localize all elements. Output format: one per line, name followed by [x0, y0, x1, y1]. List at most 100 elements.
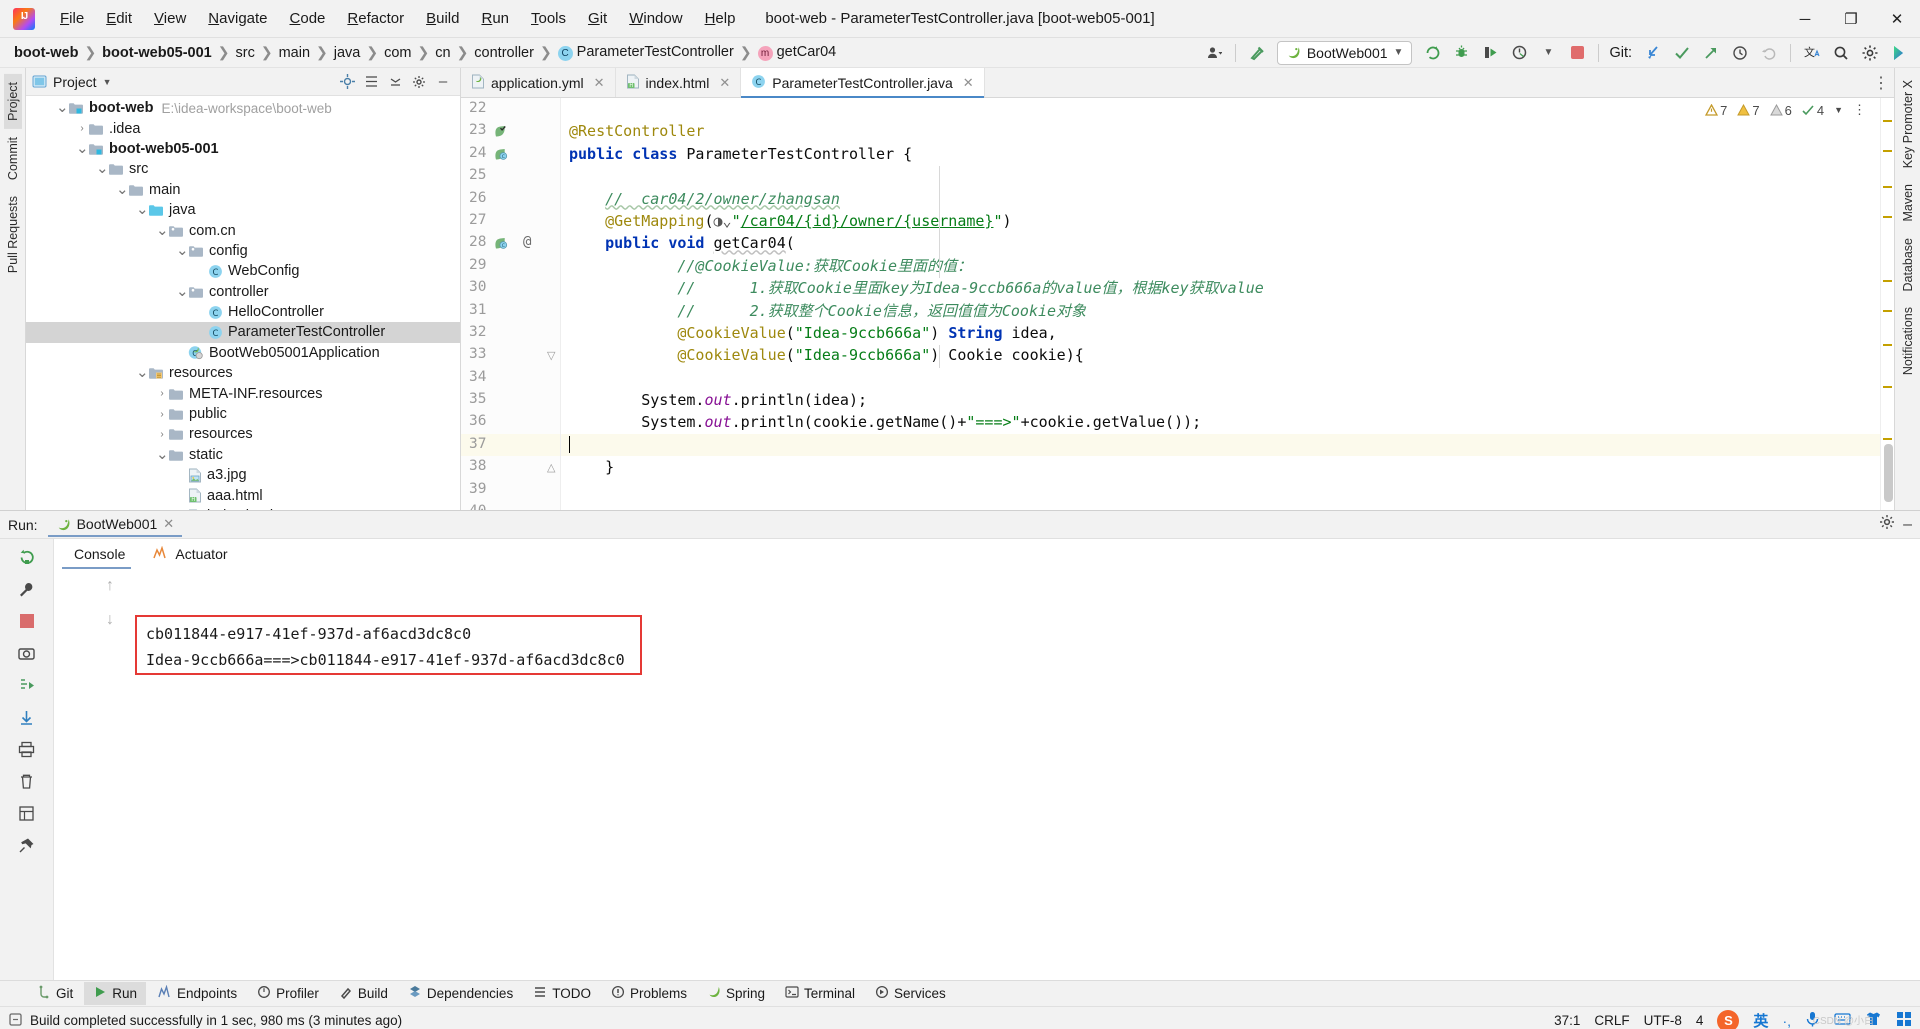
left-strip-tab-project[interactable]: Project — [3, 74, 22, 129]
bottom-tool-problems[interactable]: Problems — [602, 982, 696, 1005]
bottom-tool-git[interactable]: Git — [28, 982, 82, 1005]
left-strip-tab-pull-requests[interactable]: Pull Requests — [4, 188, 22, 281]
editor-tab-parametertestcontroller-java[interactable]: C ParameterTestController.java ✕ — [741, 68, 985, 98]
chevron-down-icon[interactable]: ⌄ — [96, 161, 109, 176]
gutter-line-28[interactable]: 28 C @ — [461, 232, 560, 254]
ime-punctuation-icon[interactable]: ·, — [1782, 1013, 1791, 1029]
tree-node-parametertestcontroller[interactable]: C ParameterTestController — [26, 322, 460, 343]
user-avatar-icon[interactable] — [1201, 41, 1227, 65]
code-editor[interactable]: 22 23 24 C 25 26 27 28 C @29 30 31 32 33 ▽ 34 35 36 37 38 △ 3… — [461, 98, 1894, 510]
breadcrumb-item-parametertestcontroller[interactable]: C ParameterTestController — [554, 43, 738, 62]
settings-gear-icon[interactable] — [1857, 41, 1883, 65]
gutter-line-30[interactable]: 30 — [461, 277, 560, 299]
breadcrumb-item-java[interactable]: java — [330, 44, 365, 62]
spring-bean-icon[interactable]: C — [493, 235, 509, 251]
bottom-tool-terminal[interactable]: Terminal — [776, 982, 864, 1005]
gutter-line-29[interactable]: 29 — [461, 255, 560, 277]
tree-node-resources[interactable]: › resources — [26, 424, 460, 444]
caret-position[interactable]: 37:1 — [1554, 1013, 1580, 1028]
run-settings-wrench-icon[interactable] — [15, 577, 39, 601]
tree-node-a3-jpg[interactable]: a3.jpg — [26, 465, 460, 485]
line-separator[interactable]: CRLF — [1594, 1013, 1629, 1028]
left-strip-tab-commit[interactable]: Commit — [4, 129, 22, 188]
tree-node-src[interactable]: ⌄ src — [26, 159, 460, 179]
tree-node-meta-inf-resources[interactable]: › META-INF.resources — [26, 383, 460, 403]
menu-git[interactable]: Git — [577, 6, 618, 31]
editor-gutter[interactable]: 22 23 24 C 25 26 27 28 C @29 30 31 32 33 ▽ 34 35 36 37 38 △ 3… — [461, 98, 561, 510]
console-tab-console[interactable]: Console — [54, 539, 139, 569]
ime-toolbox-icon[interactable] — [1896, 1011, 1912, 1029]
chevron-right-icon[interactable]: › — [156, 388, 168, 399]
console-output-area[interactable]: ↑ ↓ cb011844-e917-41ef-937d-af6acd3dc8c0… — [54, 569, 1920, 980]
breadcrumb[interactable]: boot-web ❯ boot-web05-001 ❯ src ❯ main ❯ java ❯ co… — [10, 43, 840, 62]
code-line-28[interactable]: public void getCar04( — [561, 232, 1880, 254]
tree-node-bootweb05001application[interactable]: C BootWeb05001Application — [26, 343, 460, 363]
chevron-down-icon[interactable]: ▼ — [103, 77, 112, 87]
code-text-area[interactable]: @RestController public class ParameterTes… — [561, 98, 1880, 510]
menu-bar[interactable]: File Edit View Navigate Code Refactor Build Run… — [49, 6, 746, 31]
rerun-icon[interactable] — [1419, 41, 1445, 65]
right-strip-tab-database[interactable]: Database — [1899, 230, 1917, 300]
gutter-line-32[interactable]: 32 — [461, 322, 560, 344]
tree-node-public[interactable]: › public — [26, 404, 460, 424]
inspection-widget[interactable]: 7 7 6 4 ▼ ⋮ — [1705, 102, 1866, 118]
code-line-40[interactable] — [561, 501, 1880, 510]
bottom-tool-profiler[interactable]: Profiler — [248, 982, 328, 1005]
code-line-39[interactable] — [561, 479, 1880, 501]
code-line-32[interactable]: @CookieValue("Idea-9ccb666a") String ide… — [561, 322, 1880, 344]
code-line-29[interactable]: //@CookieValue:获取Cookie里面的值： — [561, 255, 1880, 277]
gutter-line-38[interactable]: 38 △ — [461, 456, 560, 478]
tree-node-main[interactable]: ⌄ main — [26, 180, 460, 200]
code-line-24[interactable]: public class ParameterTestController { — [561, 143, 1880, 165]
suspend-icon[interactable] — [15, 673, 39, 697]
code-line-25[interactable] — [561, 165, 1880, 187]
close-icon[interactable]: ✕ — [594, 75, 605, 91]
menu-code[interactable]: Code — [279, 6, 337, 31]
tree-node-webconfig[interactable]: C WebConfig — [26, 261, 460, 281]
tree-node-hellocontroller[interactable]: C HelloController — [26, 302, 460, 322]
breadcrumb-item-com[interactable]: com — [380, 44, 415, 62]
menu-help[interactable]: Help — [694, 6, 747, 31]
code-line-33[interactable]: @CookieValue("Idea-9ccb666a") Cookie coo… — [561, 344, 1880, 366]
gutter-line-25[interactable]: 25 — [461, 165, 560, 187]
chevron-down-icon[interactable]: ▼ — [1834, 105, 1843, 115]
gutter-line-35[interactable]: 35 — [461, 389, 560, 411]
bottom-tool-run[interactable]: Run — [84, 982, 147, 1005]
bottom-tool-endpoints[interactable]: Endpoints — [148, 982, 246, 1005]
bottom-tool-spring[interactable]: Spring — [698, 982, 774, 1005]
chevron-down-icon[interactable]: ⌄ — [176, 243, 189, 258]
spring-bean-icon[interactable]: C — [493, 146, 509, 162]
menu-build[interactable]: Build — [415, 6, 470, 31]
editor-tab-application-yml[interactable]: application.yml ✕ — [461, 68, 616, 97]
error-stripe-markers[interactable] — [1880, 98, 1894, 510]
chevron-down-icon[interactable]: ⌄ — [76, 141, 89, 156]
collapse-all-icon[interactable] — [384, 71, 406, 93]
breadcrumb-item-boot-web[interactable]: boot-web — [10, 44, 82, 62]
menu-tools[interactable]: Tools — [520, 6, 577, 31]
search-everywhere-icon[interactable] — [1828, 41, 1854, 65]
git-update-icon[interactable] — [1640, 41, 1666, 65]
code-line-26[interactable]: // car04/2/owner/zhangsan — [561, 188, 1880, 210]
bottom-tool-build[interactable]: Build — [330, 982, 397, 1005]
rerun-icon[interactable] — [15, 545, 39, 569]
git-history-icon[interactable] — [1727, 41, 1753, 65]
tree-node--idea[interactable]: › .idea — [26, 118, 460, 138]
close-icon[interactable]: ✕ — [963, 75, 974, 91]
pin-icon[interactable] — [15, 833, 39, 857]
run-session-tab[interactable]: BootWeb001 ✕ — [47, 512, 183, 537]
sogou-ime-logo-icon[interactable]: S — [1717, 1009, 1740, 1029]
screenshot-icon[interactable] — [15, 641, 39, 665]
code-line-22[interactable] — [561, 98, 1880, 120]
gutter-line-26[interactable]: 26 — [461, 188, 560, 210]
tree-node-resources[interactable]: ⌄ resources — [26, 363, 460, 383]
menu-navigate[interactable]: Navigate — [197, 6, 278, 31]
arrow-down-icon[interactable]: ↓ — [106, 611, 114, 629]
chevron-down-icon[interactable]: ⌄ — [176, 284, 189, 299]
gutter-line-40[interactable]: 40 — [461, 501, 560, 510]
project-tree[interactable]: ⌄ boot-web E:\idea-workspace\boot-web › .ide… — [26, 96, 460, 510]
translate-icon[interactable]: 文 — [1799, 41, 1825, 65]
tree-node-boot-web05-001[interactable]: ⌄ boot-web05-001 — [26, 139, 460, 159]
chevron-down-icon[interactable]: ⌄ — [136, 365, 149, 380]
file-encoding[interactable]: UTF-8 — [1644, 1013, 1682, 1028]
console-nav-arrows[interactable]: ↑ ↓ — [106, 577, 114, 629]
